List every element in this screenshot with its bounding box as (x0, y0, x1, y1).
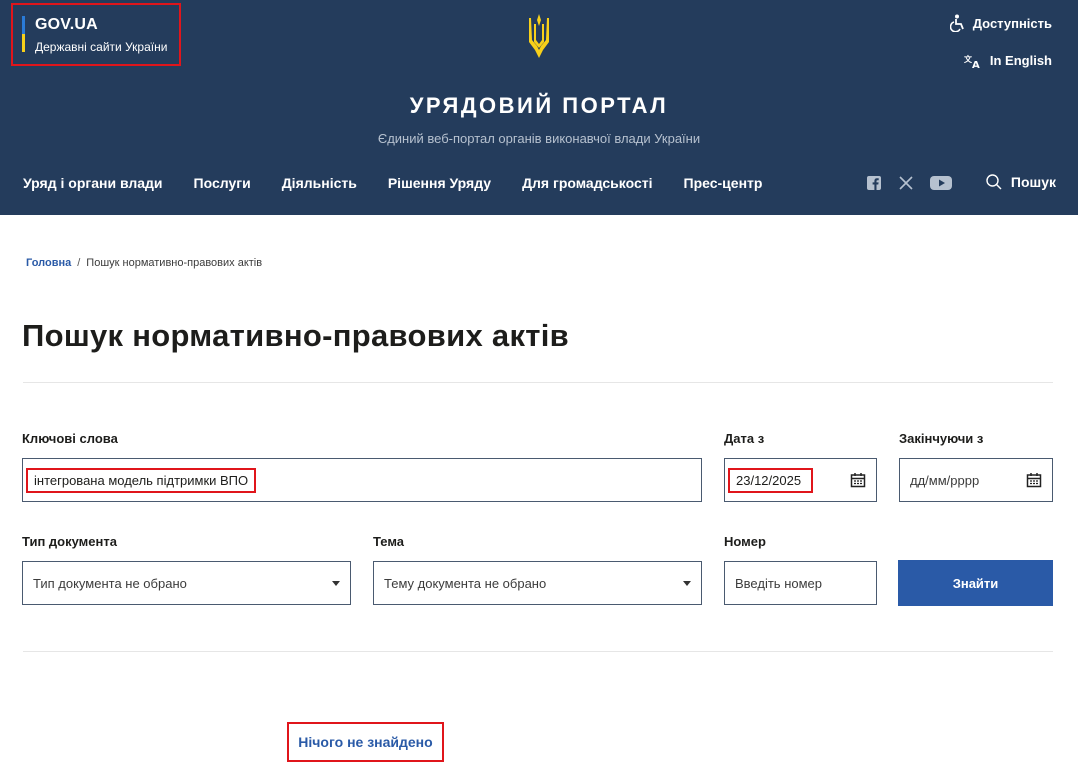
translate-icon: 文 A (964, 54, 980, 68)
keywords-value: інтегрована модель підтримки ВПО (26, 467, 257, 493)
accessibility-label: Доступність (972, 15, 1052, 31)
youtube-icon[interactable] (930, 175, 952, 191)
gov-ua-title: GOV.UA (35, 16, 98, 33)
nav-item-public[interactable]: Для громадськості (522, 175, 652, 191)
gov-ua-subtitle: Державні сайти України (35, 40, 168, 54)
nav-item-decisions[interactable]: Рішення Уряду (388, 175, 491, 191)
nav-item-activity[interactable]: Діяльність (282, 175, 357, 191)
date-to-input[interactable]: дд/мм/рррр (899, 458, 1053, 502)
date-from-label: Дата з (724, 431, 765, 446)
search-icon (986, 174, 1002, 190)
page-title: Пошук нормативно-правових актів (22, 318, 570, 353)
nav-item-government[interactable]: Уряд і органи влади (23, 175, 163, 191)
divider (23, 382, 1053, 383)
topic-select[interactable]: Тему документа не обрано (373, 561, 702, 605)
no-results-message: Нічого не знайдено (287, 722, 444, 762)
nav-item-press[interactable]: Прес-центр (684, 175, 763, 191)
number-placeholder: Введіть номер (735, 575, 822, 591)
doc-type-label: Тип документа (22, 534, 117, 549)
topic-value: Тему документа не обрано (384, 575, 547, 591)
number-label: Номер (724, 534, 766, 549)
english-link[interactable]: 文 A In English (964, 53, 1052, 68)
portal-title[interactable]: УРЯДОВИЙ ПОРТАЛ (0, 93, 1078, 119)
date-to-placeholder: дд/мм/рррр (910, 472, 980, 488)
date-from-value: 23/12/2025 (728, 467, 814, 493)
breadcrumb-separator: / (77, 257, 81, 269)
doc-type-value: Тип документа не обрано (33, 575, 187, 591)
nav-item-services[interactable]: Послуги (194, 175, 251, 191)
chevron-down-icon (683, 581, 691, 586)
calendar-icon[interactable] (850, 472, 866, 488)
accessibility-icon (949, 14, 964, 32)
chevron-down-icon (332, 581, 340, 586)
facebook-icon[interactable] (866, 175, 882, 191)
number-input[interactable]: Введіть номер (724, 561, 877, 605)
english-label: In English (989, 53, 1052, 68)
keywords-label: Ключові слова (22, 431, 118, 446)
trident-emblem-icon[interactable] (527, 12, 551, 60)
breadcrumb-current: Пошук нормативно-правових актів (86, 257, 263, 269)
find-button[interactable]: Знайти (898, 560, 1053, 606)
ukraine-flag-icon (22, 16, 25, 52)
date-from-input[interactable]: 23/12/2025 (724, 458, 877, 502)
breadcrumb-home[interactable]: Головна (26, 257, 71, 269)
calendar-icon[interactable] (1026, 472, 1042, 488)
divider (23, 651, 1053, 652)
search-label: Пошук (1010, 174, 1056, 190)
x-icon[interactable] (898, 175, 914, 191)
portal-subtitle: Єдиний веб-портал органів виконавчої вла… (377, 131, 701, 146)
breadcrumb: Головна / Пошук нормативно-правових акті… (26, 257, 262, 269)
accessibility-link[interactable]: Доступність (949, 14, 1052, 32)
gov-ua-link[interactable]: GOV.UA Державні сайти України (11, 3, 181, 66)
topic-label: Тема (373, 534, 405, 549)
date-to-label: Закінчуючи з (899, 431, 984, 446)
keywords-input[interactable]: інтегрована модель підтримки ВПО (22, 458, 702, 502)
doc-type-select[interactable]: Тип документа не обрано (22, 561, 351, 605)
search-link[interactable]: Пошук (985, 173, 1056, 191)
social-links (866, 175, 952, 191)
site-header: GOV.UA Державні сайти України Доступніст… (0, 0, 1078, 215)
main-nav: Уряд і органи влади Послуги Діяльність Р… (23, 175, 793, 191)
svg-text:A: A (972, 60, 980, 68)
